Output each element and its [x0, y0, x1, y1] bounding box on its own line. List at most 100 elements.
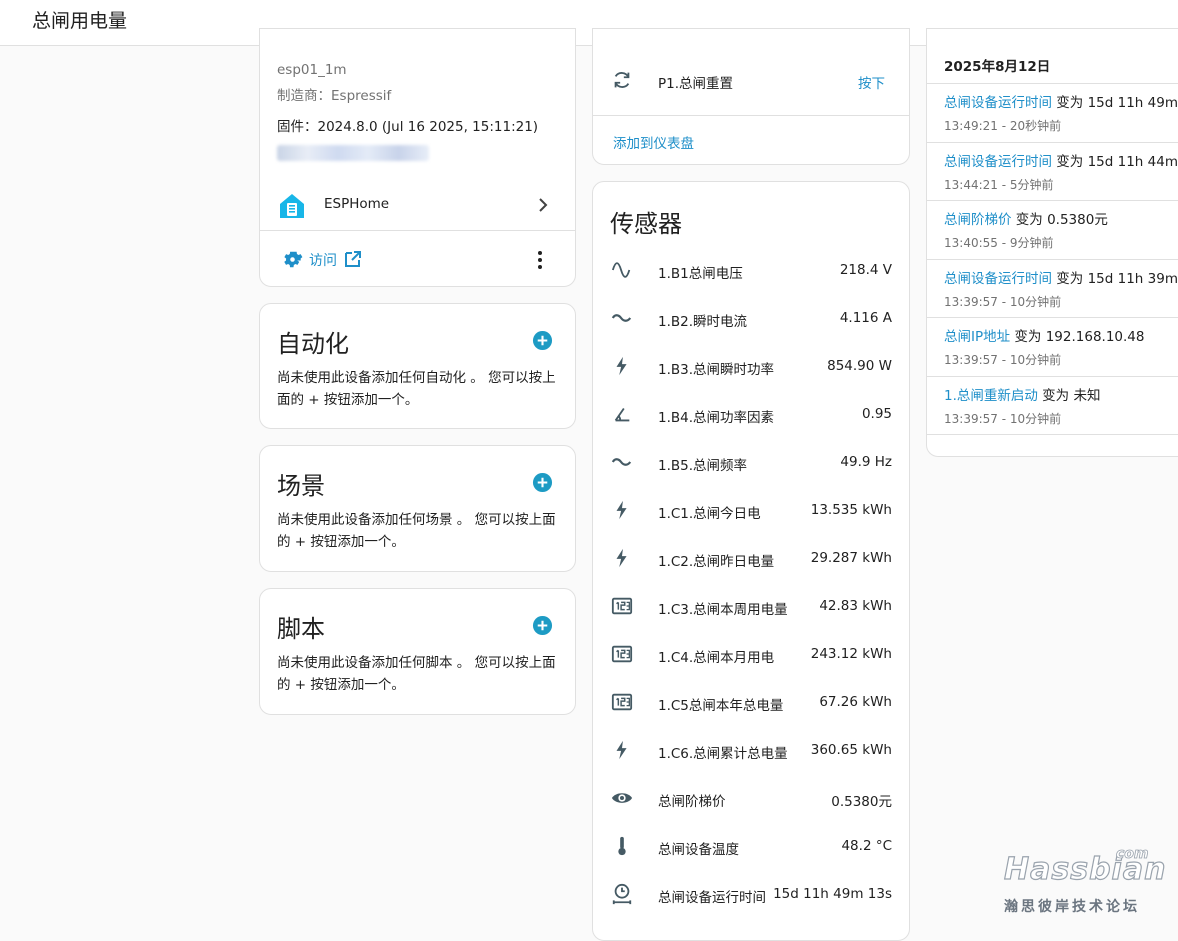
visit-link[interactable]: 访问 — [309, 250, 337, 270]
sensor-value: 49.9 Hz — [840, 454, 892, 470]
logbook-entry-text: 总闸设备运行时间 变为 15d 11h 49m 1 — [944, 91, 1178, 111]
logbook-change: 变为 0.5380元 — [1011, 212, 1108, 228]
scene-description: 尚未使用此设备添加任何场景 。 您可以按上面的 + 按钮添加一个。 — [277, 512, 556, 550]
logbook-time: 13:40:55 - 9分钟前 — [944, 236, 1054, 250]
watermark-tld: com — [1116, 846, 1149, 863]
controls-card: P1.总闸重置 按下 添加到仪表盘 — [592, 28, 910, 165]
add-scene-button[interactable] — [532, 472, 553, 493]
reset-label: P1.总闸重置 — [658, 76, 734, 92]
script-description: 尚未使用此设备添加任何脚本 。 您可以按上面的 + 按钮添加一个。 — [277, 655, 556, 693]
gear-icon[interactable] — [282, 249, 303, 270]
counter-icon — [611, 645, 633, 663]
sensor-name: 1.B1总闸电压 — [658, 266, 743, 282]
esphome-logo-icon — [280, 194, 304, 218]
timer-icon — [612, 883, 632, 905]
integration-name: ESPHome — [324, 196, 390, 212]
sensor-row[interactable]: 1.B1总闸电压 218.4 V — [593, 247, 909, 295]
sensor-row[interactable]: 1.C4.总闸本月用电 243.12 kWh — [593, 631, 909, 679]
sensor-name: 1.B3.总闸瞬时功率 — [658, 362, 775, 378]
press-button[interactable]: 按下 — [858, 72, 885, 92]
logbook-entity-link[interactable]: 1.总闸重新启动 — [944, 388, 1038, 404]
open-in-new-icon[interactable] — [343, 249, 363, 269]
sensor-name: 总闸设备温度 — [658, 842, 739, 858]
logbook-time: 13:39:57 - 10分钟前 — [944, 294, 1062, 309]
sensor-value: 0.95 — [861, 406, 892, 422]
sensor-row[interactable]: 1.B3.总闸瞬时功率 854.90 W — [593, 343, 909, 391]
logbook-entry: 总闸阶梯价 变为 0.5380元 13:40:55 - 9分钟前 — [927, 200, 1178, 259]
logbook-entity-link[interactable]: 总闸设备运行时间 — [944, 154, 1052, 170]
add-to-dashboard-row: 添加到仪表盘 — [593, 115, 909, 164]
logbook-date: 2025年8月12日 — [944, 59, 1051, 75]
sensor-row[interactable]: 1.C1.总闸今日电 13.535 kWh — [593, 487, 909, 535]
sensor-row[interactable]: 1.B4.总闸功率因素 0.95 — [593, 391, 909, 439]
automation-description: 尚未使用此设备添加任何自动化 。 您可以按上面的 + 按钮添加一个。 — [277, 370, 556, 408]
eye-icon — [611, 793, 633, 803]
sensor-row[interactable]: 总闸设备运行时间 15d 11h 49m 13s — [593, 871, 909, 919]
logbook-entry: 总闸IP地址 变为 192.168.10.48 13:39:57 - 10分钟前 — [927, 317, 1178, 376]
scene-title: 场景 — [277, 472, 325, 500]
logbook-change: 变为 未知 — [1037, 387, 1101, 404]
sensor-name: 1.C1.总闸今日电 — [658, 506, 761, 522]
sensor-row[interactable]: 1.C5总闸本年总电量 67.26 kWh — [593, 679, 909, 727]
logbook-entry-text: 总闸阶梯价 变为 0.5380元 — [944, 208, 1108, 228]
sensor-value: 29.287 kWh — [810, 550, 892, 566]
logbook-entity-link[interactable]: 总闸设备运行时间 — [944, 271, 1052, 287]
counter-icon — [611, 693, 633, 711]
sensor-name: 1.B4.总闸功率因素 — [658, 410, 775, 426]
device-firmware: 固件：2024.8.0 (Jul 16 2025, 15:11:21) — [277, 119, 539, 135]
add-automation-button[interactable] — [532, 330, 553, 351]
sensor-row[interactable]: 1.C6.总闸累计总电量 360.65 kWh — [593, 727, 909, 775]
automation-card: 自动化 尚未使用此设备添加任何自动化 。 您可以按上面的 + 按钮添加一个。 — [259, 303, 576, 429]
sensor-row[interactable]: 1.B2.瞬时电流 4.116 A — [593, 295, 909, 343]
logbook-entry: 总闸设备运行时间 变为 15d 11h 44m 1 13:44:21 - 5分钟前 — [927, 141, 1178, 201]
sensor-value: 243.12 kWh — [810, 646, 892, 662]
logbook-change: 变为 15d 11h 49m 1 — [1052, 95, 1178, 111]
sensor-value: 0.5380元 — [831, 794, 892, 810]
sensor-name: 1.C6.总闸累计总电量 — [658, 746, 788, 762]
chevron-right-icon — [539, 198, 548, 212]
thermometer-icon — [618, 836, 626, 856]
sensor-row[interactable]: 1.C3.总闸本周用电量 42.83 kWh — [593, 583, 909, 631]
sensor-value: 42.83 kWh — [819, 598, 892, 614]
script-card: 脚本 尚未使用此设备添加任何脚本 。 您可以按上面的 + 按钮添加一个。 — [259, 588, 576, 715]
automation-title: 自动化 — [277, 330, 349, 358]
sensor-row[interactable]: 1.B5.总闸频率 49.9 Hz — [593, 439, 909, 487]
angle-icon — [614, 407, 630, 422]
device-manufacturer: 制造商：Espressif — [277, 88, 392, 104]
device-model: esp01_1m — [277, 62, 347, 78]
scene-card: 场景 尚未使用此设备添加任何场景 。 您可以按上面的 + 按钮添加一个。 — [259, 445, 576, 572]
logbook-entity-link[interactable]: 总闸阶梯价 — [944, 212, 1012, 228]
logbook-entry: 1.总闸重新启动 变为 未知 13:39:57 - 10分钟前 — [927, 375, 1178, 435]
sensor-name: 1.B2.瞬时电流 — [658, 314, 748, 330]
logbook-time: 13:49:21 - 20秒钟前 — [944, 119, 1062, 133]
logbook-entry-text: 总闸IP地址 变为 192.168.10.48 — [944, 325, 1144, 345]
device-info-card: esp01_1m 制造商：Espressif 固件：2024.8.0 (Jul … — [259, 28, 576, 287]
logbook-entity-link[interactable]: 总闸设备运行时间 — [944, 95, 1052, 111]
current-ac-icon — [611, 458, 632, 466]
sensor-name: 1.C4.总闸本月用电 — [658, 650, 775, 666]
sensor-value: 13.535 kWh — [810, 502, 892, 518]
sensor-name: 总闸设备运行时间 — [658, 890, 766, 906]
flash-icon — [616, 500, 627, 520]
logbook-entry-text: 总闸设备运行时间 变为 15d 11h 44m 1 — [944, 150, 1178, 170]
sensor-value: 15d 11h 49m 13s — [773, 886, 892, 902]
reset-button-row[interactable]: P1.总闸重置 按下 — [593, 51, 909, 115]
sensor-value: 218.4 V — [839, 262, 892, 278]
sensor-row[interactable]: 1.C2.总闸昨日电量 29.287 kWh — [593, 535, 909, 583]
logbook-time: 13:44:21 - 5分钟前 — [944, 177, 1054, 192]
add-script-button[interactable] — [532, 615, 553, 636]
sensor-name: 1.C3.总闸本周用电量 — [658, 602, 788, 618]
flash-icon — [616, 548, 627, 568]
logbook-entry-text: 1.总闸重新启动 变为 未知 — [944, 384, 1100, 404]
sensor-row[interactable]: 总闸设备温度 48.2 °C — [593, 823, 909, 871]
logbook-time: 13:39:57 - 10分钟前 — [944, 411, 1062, 426]
integration-row-esphome[interactable]: ESPHome — [260, 182, 575, 230]
sensor-row[interactable]: 总闸阶梯价 0.5380元 — [593, 775, 909, 823]
logbook-entity-link[interactable]: 总闸IP地址 — [944, 329, 1010, 345]
watermark-cn: 瀚思彼岸技术论坛 — [1004, 899, 1140, 915]
sensor-name: 1.C5总闸本年总电量 — [658, 698, 784, 714]
logbook-divider — [927, 434, 1178, 435]
add-to-dashboard-link[interactable]: 添加到仪表盘 — [613, 132, 694, 152]
script-title: 脚本 — [277, 615, 325, 643]
more-vert-icon[interactable] — [537, 250, 543, 270]
